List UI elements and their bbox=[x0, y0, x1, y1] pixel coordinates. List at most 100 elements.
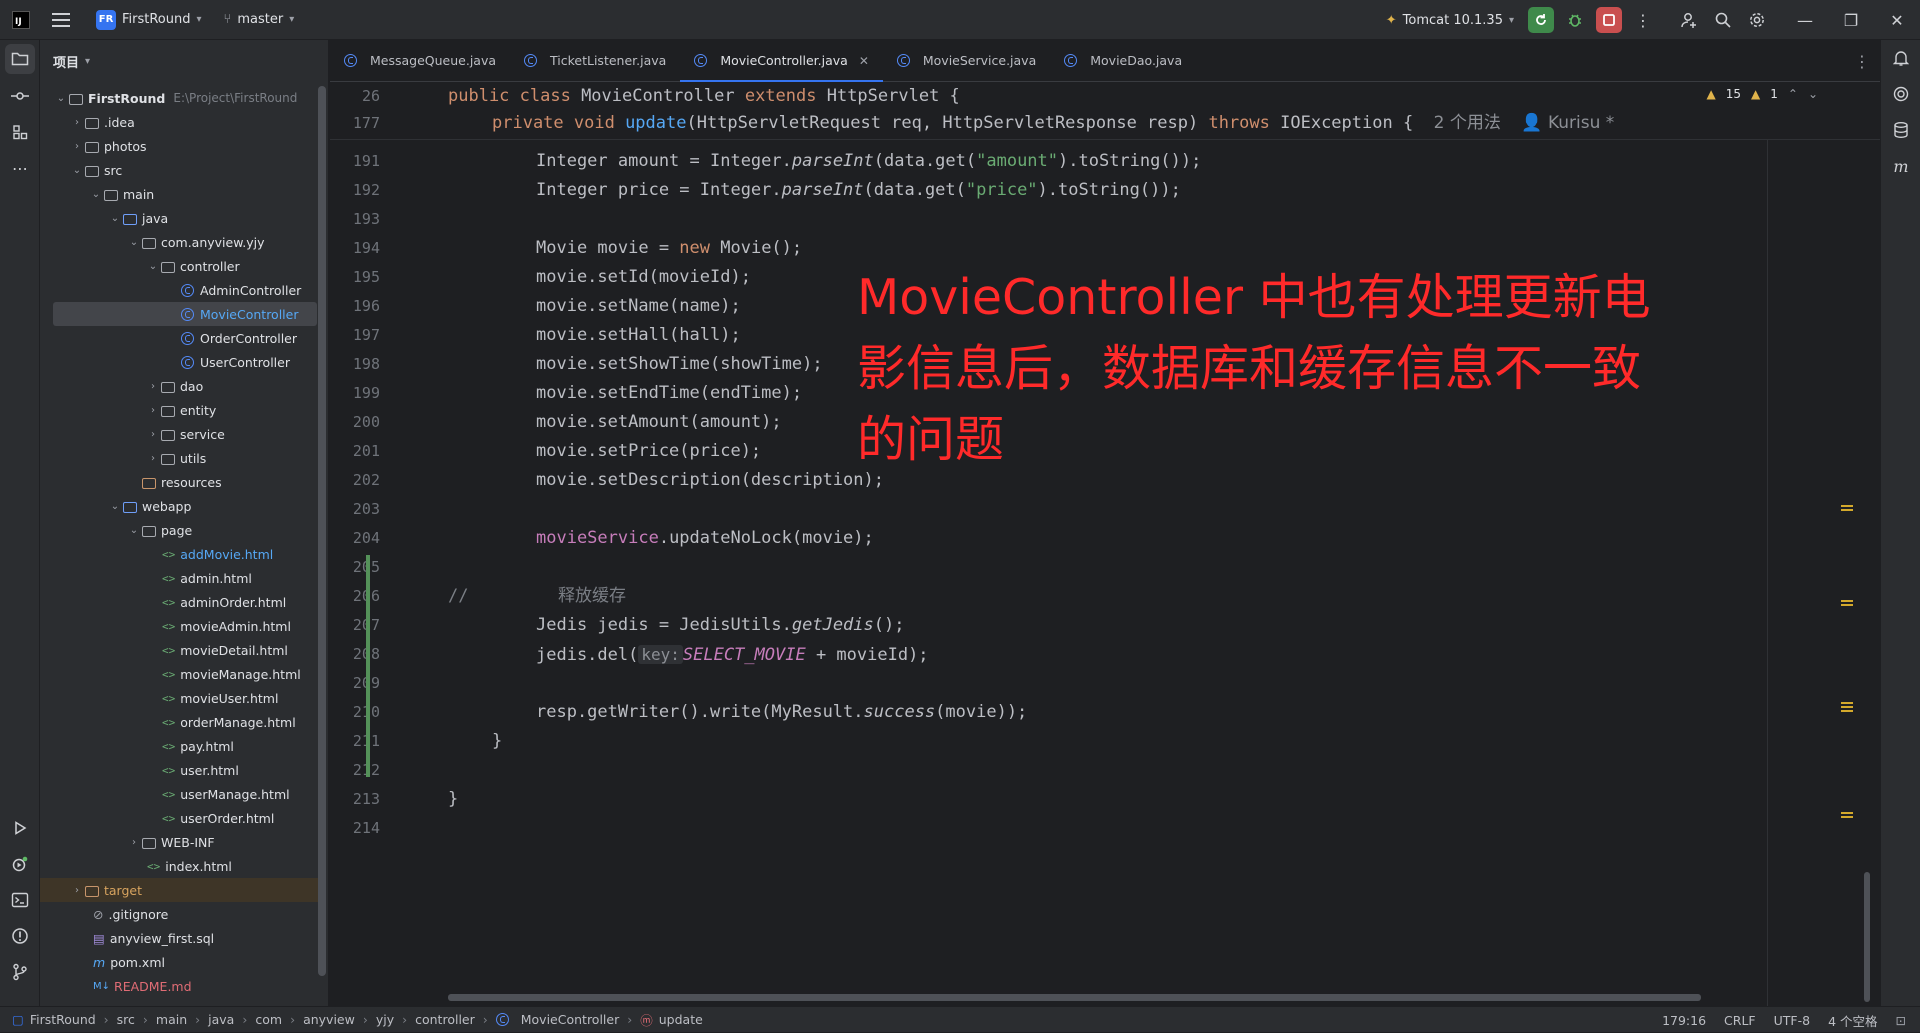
tree-item[interactable]: ⌄ page bbox=[40, 518, 320, 542]
code-line[interactable]: movie.setDescription(description); bbox=[536, 466, 884, 495]
terminal-icon[interactable] bbox=[0, 882, 40, 918]
code-line[interactable]: jedis.del(key: SELECT_MOVIE + movieId); bbox=[536, 640, 929, 669]
tree-item[interactable]: m pom.xml bbox=[40, 950, 320, 974]
tree-item[interactable]: resources bbox=[40, 470, 320, 494]
line-number[interactable]: 191 bbox=[330, 147, 380, 176]
code-line[interactable]: } bbox=[448, 785, 458, 814]
tabs-more-icon[interactable]: ⋮ bbox=[1854, 52, 1870, 71]
tree-item[interactable]: ⌄ webapp bbox=[40, 494, 320, 518]
tree-item[interactable]: <> userOrder.html bbox=[40, 806, 320, 830]
tree-item[interactable]: › dao bbox=[40, 374, 320, 398]
code-line[interactable]: movie.setId(movieId); bbox=[536, 263, 751, 292]
line-number[interactable]: 196 bbox=[330, 292, 380, 321]
line-number[interactable]: 213 bbox=[330, 785, 380, 814]
indent-setting[interactable]: 4 个空格 bbox=[1828, 1011, 1877, 1030]
ai-assistant-icon[interactable] bbox=[1881, 76, 1920, 112]
code-line[interactable]: Integer price = Integer.parseInt(data.ge… bbox=[536, 176, 1181, 205]
close-icon[interactable]: ✕ bbox=[1874, 0, 1920, 40]
project-folder-icon[interactable] bbox=[5, 44, 35, 74]
line-number[interactable]: 203 bbox=[330, 495, 380, 524]
file-encoding[interactable]: UTF-8 bbox=[1774, 1013, 1810, 1028]
line-number[interactable]: 210 bbox=[330, 698, 380, 727]
commit-icon[interactable] bbox=[0, 78, 40, 114]
project-scrollbar[interactable] bbox=[318, 86, 326, 976]
code-line[interactable]: resp.getWriter().write(MyResult.success(… bbox=[536, 698, 1027, 727]
line-separator[interactable]: CRLF bbox=[1724, 1013, 1756, 1028]
line-number[interactable]: 206 bbox=[330, 582, 380, 611]
settings-gear-icon[interactable] bbox=[1740, 0, 1774, 40]
tree-item[interactable]: ⌄ com.anyview.yjy bbox=[40, 230, 320, 254]
line-number[interactable]: 211 bbox=[330, 727, 380, 756]
tree-item[interactable]: <> movieAdmin.html bbox=[40, 614, 320, 638]
tree-item[interactable]: ⌄ controller bbox=[40, 254, 320, 278]
warning-stripe-marker[interactable] bbox=[1841, 600, 1853, 602]
breadcrumb-item[interactable]: com bbox=[255, 1012, 282, 1027]
tree-item[interactable]: <> movieUser.html bbox=[40, 686, 320, 710]
stop-button[interactable] bbox=[1596, 7, 1622, 33]
editor-horizontal-scrollbar[interactable] bbox=[448, 994, 1701, 1001]
line-number[interactable]: 197 bbox=[330, 321, 380, 350]
breadcrumb-item[interactable]: FirstRound bbox=[30, 1012, 96, 1027]
warning-stripe-marker[interactable] bbox=[1841, 509, 1853, 511]
code-editor[interactable]: 26 public class MovieController extends … bbox=[330, 82, 1880, 1030]
code-line[interactable]: movie.setPrice(price); bbox=[536, 437, 761, 466]
run-icon[interactable] bbox=[0, 810, 40, 846]
comment-text[interactable]: 释放缓存 bbox=[558, 582, 626, 611]
minimize-icon[interactable]: — bbox=[1782, 0, 1828, 40]
services-icon[interactable] bbox=[0, 846, 40, 882]
lock-icon[interactable]: ⊡ bbox=[1896, 1013, 1906, 1028]
code-line[interactable]: Jedis jedis = JedisUtils.getJedis(); bbox=[536, 611, 904, 640]
tree-item[interactable]: <> movieDetail.html bbox=[40, 638, 320, 662]
breadcrumb-item[interactable]: yjy bbox=[376, 1012, 394, 1027]
more-actions-icon[interactable]: ⋮ bbox=[1626, 0, 1660, 40]
tree-item[interactable]: ⌄ main bbox=[40, 182, 320, 206]
structure-icon[interactable] bbox=[0, 114, 40, 150]
line-number[interactable]: 207 bbox=[330, 611, 380, 640]
tab-messagequeue[interactable]: MessageQueue.java bbox=[330, 40, 510, 82]
inspection-widget[interactable]: ▲ 15 ▲ 1 ⌃ ⌄ bbox=[1706, 87, 1818, 101]
caret-position[interactable]: 179:16 bbox=[1662, 1013, 1706, 1028]
code-line[interactable]: movie.setName(name); bbox=[536, 292, 741, 321]
code-line-comment[interactable]: // bbox=[448, 582, 468, 611]
tree-item[interactable]: <> admin.html bbox=[40, 566, 320, 590]
warning-stripe-marker[interactable] bbox=[1841, 812, 1853, 814]
tree-item[interactable]: › photos bbox=[40, 134, 320, 158]
tree-item[interactable]: OrderController bbox=[40, 326, 320, 350]
code-line[interactable]: } bbox=[492, 727, 502, 756]
tree-item[interactable]: <> addMovie.html bbox=[40, 542, 320, 566]
warning-stripe-marker[interactable] bbox=[1841, 816, 1853, 818]
notifications-bell-icon[interactable] bbox=[1881, 40, 1920, 76]
tree-item[interactable]: ⌄ src bbox=[40, 158, 320, 182]
maven-icon[interactable]: m bbox=[1881, 148, 1920, 184]
breadcrumb-item[interactable]: main bbox=[156, 1012, 187, 1027]
tree-root[interactable]: ⌄ FirstRound E:\Project\FirstRound bbox=[40, 86, 320, 110]
problems-icon[interactable] bbox=[0, 918, 40, 954]
author-hint[interactable]: 👤 Kurisu * bbox=[1521, 113, 1614, 133]
line-number[interactable]: 205 bbox=[330, 553, 380, 582]
line-number[interactable]: 193 bbox=[330, 205, 380, 234]
run-config-selector[interactable]: ✦ Tomcat 10.1.35 ▾ bbox=[1386, 13, 1514, 28]
usages-hint[interactable]: 2 个用法 bbox=[1434, 113, 1501, 133]
tree-item[interactable]: › utils bbox=[40, 446, 320, 470]
database-icon[interactable] bbox=[1881, 112, 1920, 148]
tree-item[interactable]: <> index.html bbox=[40, 854, 320, 878]
line-number[interactable]: 202 bbox=[330, 466, 380, 495]
tab-ticketlistener[interactable]: TicketListener.java bbox=[510, 40, 680, 82]
tree-item[interactable]: <> userManage.html bbox=[40, 782, 320, 806]
tree-item[interactable]: UserController bbox=[40, 350, 320, 374]
tab-moviecontroller[interactable]: MovieController.java ✕ bbox=[680, 40, 883, 82]
tree-item[interactable]: <> adminOrder.html bbox=[40, 590, 320, 614]
breadcrumb-item[interactable]: controller bbox=[415, 1012, 475, 1027]
tree-item-selected[interactable]: MovieController bbox=[53, 302, 317, 326]
tree-item[interactable]: <> user.html bbox=[40, 758, 320, 782]
add-user-icon[interactable] bbox=[1672, 0, 1706, 40]
tree-item[interactable]: ▤ anyview_first.sql bbox=[40, 926, 320, 950]
line-number[interactable]: 212 bbox=[330, 756, 380, 785]
warning-stripe-marker[interactable] bbox=[1841, 706, 1853, 708]
tree-item[interactable]: › .idea bbox=[40, 110, 320, 134]
line-number[interactable]: 195 bbox=[330, 263, 380, 292]
line-number[interactable]: 214 bbox=[330, 814, 380, 843]
tree-item[interactable]: <> movieManage.html bbox=[40, 662, 320, 686]
git-icon[interactable] bbox=[0, 954, 40, 990]
tree-item[interactable]: <> pay.html bbox=[40, 734, 320, 758]
